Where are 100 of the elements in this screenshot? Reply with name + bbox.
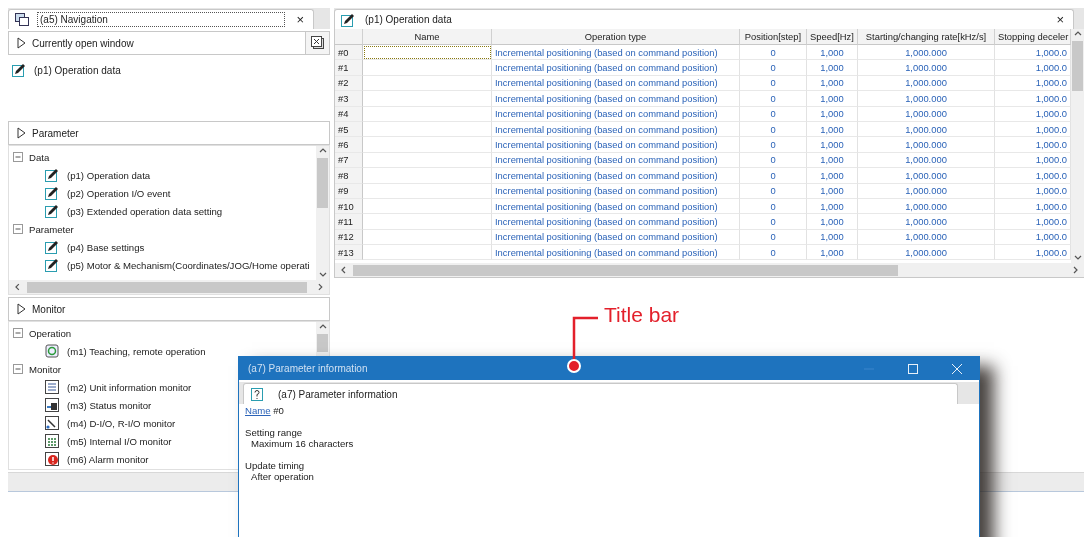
table-cell[interactable]: Incremental positioning (based on command position) xyxy=(492,168,740,184)
scroll-thumb[interactable] xyxy=(26,281,308,293)
table-cell[interactable]: 1,000 xyxy=(807,198,858,215)
table-cell[interactable]: 1,000.000 xyxy=(858,60,995,76)
horizontal-scrollbar[interactable] xyxy=(9,280,329,294)
table-cell[interactable]: 1,000.000 xyxy=(858,229,995,246)
table-cell[interactable]: Incremental positioning (based on command position) xyxy=(492,91,740,107)
scroll-thumb[interactable] xyxy=(1072,41,1083,91)
table-cell[interactable]: 0 xyxy=(740,168,807,184)
tree-item[interactable]: (p1) Operation data xyxy=(67,169,151,181)
table-cell[interactable]: 0 xyxy=(740,152,807,169)
tree-item[interactable]: (m4) D-I/O, R-I/O monitor xyxy=(67,417,176,429)
column-header[interactable]: Starting/changing rate[kHz/s] xyxy=(858,29,995,45)
tree-group[interactable]: Data xyxy=(29,151,50,163)
horizontal-scrollbar[interactable] xyxy=(335,263,1084,277)
table-cell[interactable]: Incremental positioning (based on command position) xyxy=(492,121,740,138)
table-cell[interactable]: Incremental positioning (based on command position) xyxy=(492,245,740,261)
table-cell[interactable]: 1,000 xyxy=(807,106,858,122)
row-header[interactable]: #13 xyxy=(335,245,363,261)
table-cell[interactable]: 0 xyxy=(740,106,807,122)
table-cell[interactable]: 1,000.000 xyxy=(858,152,995,169)
table-cell[interactable]: 1,000 xyxy=(807,168,858,184)
table-cell[interactable]: Incremental positioning (based on command position) xyxy=(492,137,740,153)
tree-item[interactable]: (p3) Extended operation data setting xyxy=(67,205,223,217)
close-button[interactable]: × xyxy=(293,13,307,26)
row-header[interactable]: #6 xyxy=(335,137,363,153)
table-cell[interactable]: 0 xyxy=(740,245,807,261)
parameter-info-tab[interactable]: (a7) Parameter information xyxy=(243,383,958,404)
tree-group[interactable]: Parameter xyxy=(29,223,74,235)
table-cell[interactable]: 1,000.000 xyxy=(858,91,995,107)
column-header[interactable]: Position[step] xyxy=(740,29,807,45)
table-cell[interactable] xyxy=(363,183,492,199)
table-cell[interactable] xyxy=(363,75,492,92)
tree-group[interactable]: Operation xyxy=(29,327,72,339)
close-all-button[interactable] xyxy=(305,32,329,54)
table-cell[interactable]: 0 xyxy=(740,198,807,215)
section-header[interactable]: Currently open window xyxy=(8,31,330,55)
collapse-icon[interactable] xyxy=(13,328,23,338)
tree-item[interactable]: (p4) Base settings xyxy=(67,241,145,253)
table-cell[interactable]: 1,000.000 xyxy=(858,75,995,92)
table-cell[interactable]: 1,000 xyxy=(807,214,858,230)
table-cell[interactable] xyxy=(363,60,492,76)
vertical-scrollbar[interactable] xyxy=(1071,29,1084,263)
table-cell[interactable]: 1,000 xyxy=(807,245,858,261)
table-cell[interactable] xyxy=(363,91,492,107)
table-cell[interactable] xyxy=(363,152,492,169)
table-cell[interactable]: 1,000.000 xyxy=(858,183,995,199)
table-cell[interactable]: 1,000.000 xyxy=(858,137,995,153)
table-cell[interactable]: 1,000 xyxy=(807,137,858,153)
table-cell[interactable]: 0 xyxy=(740,45,807,61)
close-button[interactable]: × xyxy=(1053,13,1067,26)
table-cell[interactable] xyxy=(363,137,492,153)
table-cell[interactable]: 0 xyxy=(740,183,807,199)
table-cell[interactable]: 1,000 xyxy=(807,60,858,76)
tree-item[interactable]: (p2) Operation I/O event xyxy=(67,187,171,199)
table-cell[interactable]: Incremental positioning (based on command position) xyxy=(492,75,740,92)
table-cell[interactable]: 1,000 xyxy=(807,75,858,92)
table-cell[interactable]: 0 xyxy=(740,229,807,246)
tree-item[interactable]: (m5) Internal I/O monitor xyxy=(67,435,172,447)
table-cell[interactable] xyxy=(363,45,492,61)
table-cell[interactable]: 0 xyxy=(740,214,807,230)
table-cell[interactable]: Incremental positioning (based on command position) xyxy=(492,214,740,230)
table-cell[interactable]: Incremental positioning (based on command position) xyxy=(492,229,740,246)
table-cell[interactable] xyxy=(363,121,492,138)
table-cell[interactable] xyxy=(363,168,492,184)
table-cell[interactable]: 0 xyxy=(740,121,807,138)
row-header[interactable]: #0 xyxy=(335,45,363,61)
column-header[interactable]: Operation type xyxy=(492,29,740,45)
table-cell[interactable]: Incremental positioning (based on command position) xyxy=(492,183,740,199)
tree-item[interactable]: (m3) Status monitor xyxy=(67,399,152,411)
navigation-tab[interactable]: (a5) Navigation × xyxy=(8,9,314,29)
table-cell[interactable]: Incremental positioning (based on command position) xyxy=(492,60,740,76)
section-header[interactable]: Monitor xyxy=(8,297,330,321)
column-header[interactable]: Speed[Hz] xyxy=(807,29,858,45)
scroll-thumb[interactable] xyxy=(317,334,328,352)
collapse-icon[interactable] xyxy=(13,364,23,374)
name-link[interactable]: Name xyxy=(245,405,271,416)
table-cell[interactable]: Incremental positioning (based on command position) xyxy=(492,45,740,61)
table-cell[interactable]: 1,000.000 xyxy=(858,214,995,230)
table-cell[interactable]: 0 xyxy=(740,137,807,153)
table-cell[interactable] xyxy=(363,198,492,215)
table-cell[interactable]: 1,000.000 xyxy=(858,45,995,61)
operation-data-tab[interactable]: (p1) Operation data × xyxy=(334,9,1074,29)
tree-item[interactable]: (m2) Unit information monitor xyxy=(67,381,192,393)
section-header[interactable]: Parameter xyxy=(8,121,330,145)
table-cell[interactable]: Incremental positioning (based on command position) xyxy=(492,152,740,169)
tree-item[interactable]: (p5) Motor & Mechanism(Coordinates/JOG/Home operati xyxy=(67,259,310,271)
scroll-thumb[interactable] xyxy=(353,264,898,276)
column-header[interactable]: Name xyxy=(363,29,492,45)
table-cell[interactable]: 1,000 xyxy=(807,45,858,61)
table-cell[interactable]: 1,000.000 xyxy=(858,106,995,122)
caret-icon[interactable] xyxy=(315,282,325,292)
tree-item[interactable]: (m6) Alarm monitor xyxy=(67,453,149,465)
vertical-scrollbar[interactable] xyxy=(316,146,329,280)
table-cell[interactable]: 0 xyxy=(740,60,807,76)
scroll-thumb[interactable] xyxy=(317,158,328,208)
table-cell[interactable]: Incremental positioning (based on command position) xyxy=(492,198,740,215)
tree-group[interactable]: Monitor xyxy=(29,363,61,375)
table-cell[interactable]: 0 xyxy=(740,75,807,92)
table-cell[interactable]: 1,000 xyxy=(807,91,858,107)
